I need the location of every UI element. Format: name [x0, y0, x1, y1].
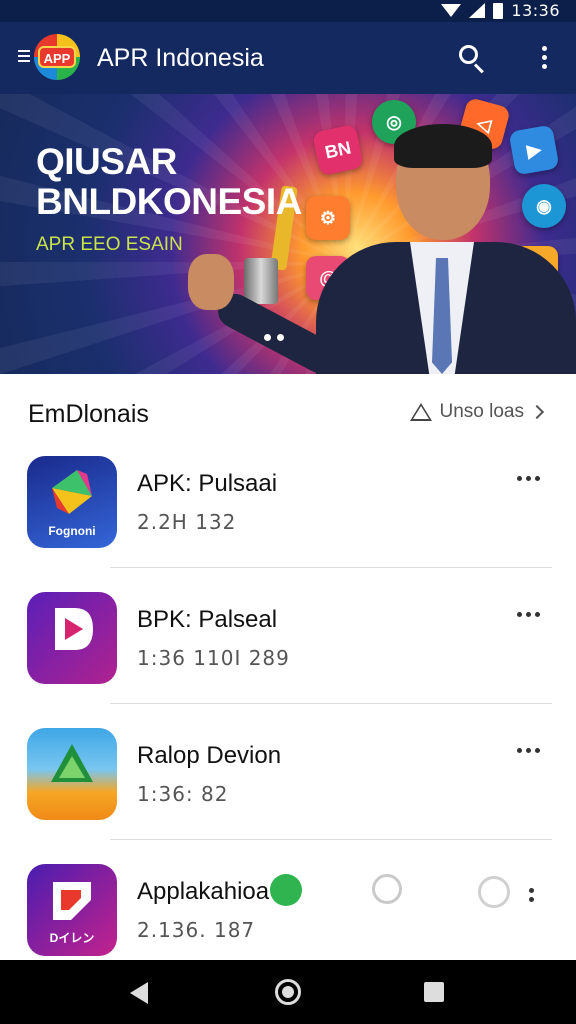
promo-banner[interactable]: BN ◎ ◁ ▶ ⚙ ◉ @ ☻ QIUSAR BNLDKONESIA APR …	[0, 94, 576, 374]
status-bar: 13:36	[0, 0, 576, 22]
chevron-right-icon	[529, 404, 545, 420]
green-triangle-icon	[51, 744, 93, 782]
banner-headline-line: QIUSAR	[36, 141, 177, 182]
app-icon	[27, 728, 117, 820]
colorful-kite-icon	[52, 470, 92, 514]
app-title: APR Indonesia	[97, 44, 264, 72]
status-time: 13:36	[511, 1, 560, 20]
carousel-indicator[interactable]	[264, 334, 284, 341]
list-item[interactable]: Fognoni APK: Pulsaai 2.2H 132	[0, 456, 576, 592]
green-status-dot[interactable]	[270, 874, 302, 906]
wifi-icon	[441, 4, 462, 17]
app-icon: Fognoni	[27, 456, 117, 548]
app-name: APK: Pulsaai	[137, 470, 278, 497]
app-name: BPK: Palseal	[137, 606, 278, 633]
see-all-label: Unso loas	[439, 401, 525, 422]
app-icon-caption: Fognoni	[48, 524, 96, 538]
list-item[interactable]: BPK: Palseal 1:36 110I 289	[0, 592, 576, 728]
battery-icon	[493, 2, 504, 19]
divider	[110, 839, 552, 840]
banner-subtitle: APR EEO ESAIN	[36, 234, 183, 255]
banner-headline-line: BNLDKONESIA	[36, 181, 302, 222]
app-icon-caption: Dイレン	[49, 931, 95, 945]
logo-text: APP	[38, 46, 76, 68]
row-more-icon[interactable]	[517, 476, 540, 481]
app-meta: 2.2H 132	[137, 510, 237, 534]
history-icon[interactable]	[478, 876, 510, 908]
search-icon[interactable]	[458, 44, 486, 74]
home-icon[interactable]	[275, 979, 301, 1005]
row-more-icon[interactable]	[529, 888, 534, 902]
app-meta: 1:36 110I 289	[137, 646, 290, 670]
chat-icon[interactable]	[372, 874, 402, 904]
app-meta: 2.136. 187	[137, 918, 256, 942]
list-item[interactable]: Ralop Devion 1:36: 82	[0, 728, 576, 864]
system-nav-bar	[0, 960, 576, 1024]
app-name: Ralop Devion	[137, 742, 282, 769]
see-all-link[interactable]: Unso loas	[409, 401, 545, 423]
row-more-icon[interactable]	[517, 748, 540, 753]
banner-headline: QIUSAR BNLDKONESIA	[36, 142, 302, 222]
app-list-sheet: EmDlonais Unso loas Fognoni APK: Pulsaai…	[0, 374, 576, 960]
divider	[110, 567, 552, 568]
app-logo: APP	[34, 34, 80, 80]
warning-triangle-icon	[409, 403, 432, 421]
app-icon	[27, 592, 117, 684]
signal-icon	[469, 3, 486, 18]
recents-icon[interactable]	[424, 982, 444, 1002]
app-bar: APP APR Indonesia	[0, 22, 576, 94]
menu-icon[interactable]	[18, 50, 30, 62]
app-icon: Dイレン	[27, 864, 117, 956]
app-meta: 1:36: 82	[137, 782, 229, 806]
app-name: Applakahioa	[137, 878, 270, 905]
row-more-icon[interactable]	[517, 612, 540, 617]
play-d-icon	[55, 608, 93, 650]
status-icons: 13:36	[441, 1, 560, 20]
divider	[110, 703, 552, 704]
overflow-menu-icon[interactable]	[542, 46, 548, 72]
section-title: EmDlonais	[28, 400, 149, 428]
back-icon[interactable]	[130, 982, 148, 1004]
red-a-icon	[53, 882, 91, 920]
